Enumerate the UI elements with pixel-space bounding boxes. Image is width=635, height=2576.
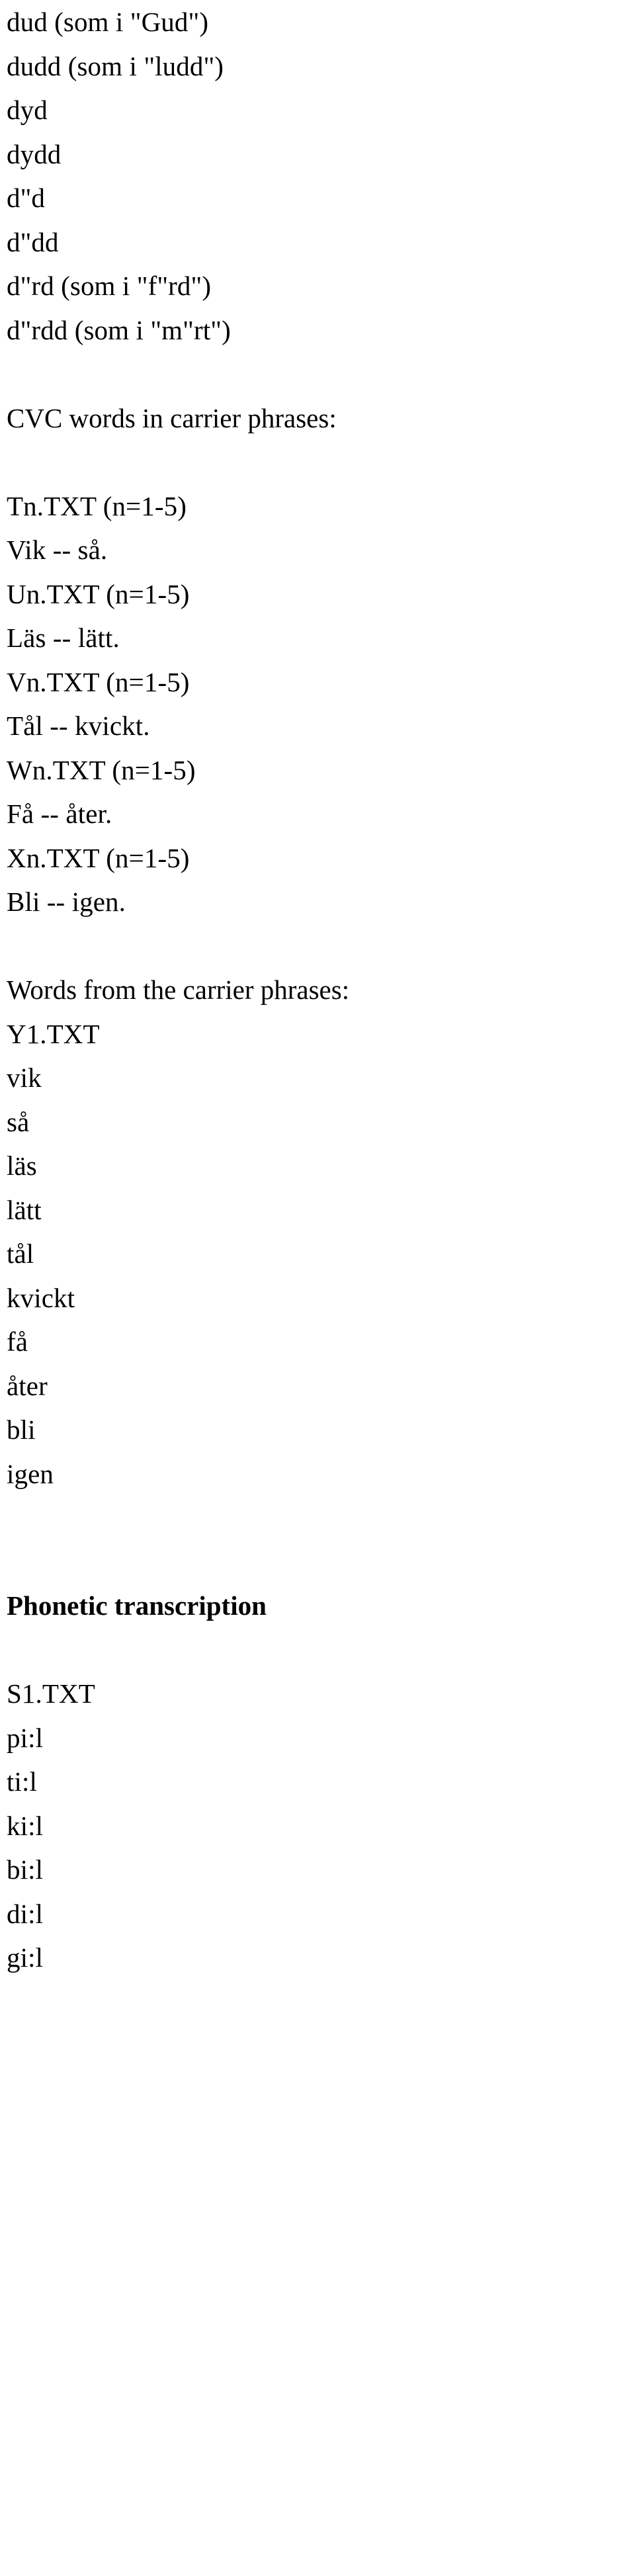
phonetic-transcription-item: ki:l [7,1810,44,1841]
cvc-section-heading: CVC words in carrier phrases: [7,402,337,433]
nonsense-word-item: d"rd (som i "f"rd") [7,271,212,301]
nonsense-word-item: dyd [7,95,48,125]
word-item: kvickt [7,1282,75,1313]
phonetic-transcription-item: gi:l [7,1942,44,1973]
cvc-phrase: Läs -- lätt. [7,623,120,653]
section-spacer [7,1628,635,1672]
nonsense-word-item: d"dd [7,226,59,257]
word-item: åter [7,1370,48,1401]
section-spacer [7,1496,635,1540]
word-item: läs [7,1150,37,1181]
cvc-phrase: Få -- åter. [7,798,112,829]
phonetic-transcription-item: pi:l [7,1722,44,1753]
phonetic-transcription-list: pi:l ti:l ki:l bi:l di:l gi:l [7,1716,635,1980]
word-item: så [7,1106,30,1137]
nonsense-word-item: dud (som i "Gud") [7,7,209,37]
word-item: vik [7,1062,42,1093]
section-spacer [7,1540,635,1584]
nonsense-word-item: d"rdd (som i "m"rt") [7,314,231,345]
cvc-file-label: Wn.TXT (n=1-5) [7,754,196,785]
word-item: bli [7,1414,36,1445]
phonetic-section-heading: Phonetic transcription [7,1590,267,1621]
cvc-phrase: Vik -- så. [7,535,108,565]
section-spacer [7,352,635,396]
cvc-file-label: Tn.TXT (n=1-5) [7,490,187,521]
word-item: tål [7,1238,34,1269]
word-item: lätt [7,1194,42,1225]
phonetic-transcription-item: di:l [7,1898,44,1929]
cvc-phrase: Bli -- igen. [7,886,126,917]
words-file-label: Y1.TXT [7,1018,100,1049]
cvc-file-label: Un.TXT (n=1-5) [7,578,190,609]
words-section-heading: Words from the carrier phrases: [7,974,350,1005]
document-page: dud (som i "Gud") dudd (som i "ludd") dy… [0,0,635,2576]
phonetic-transcription-item: ti:l [7,1766,37,1797]
section-spacer [7,924,635,968]
nonsense-word-item: dudd (som i "ludd") [7,50,224,81]
cvc-entry-list: Tn.TXT (n=1-5) Vik -- så. Un.TXT (n=1-5)… [7,484,635,924]
nonsense-word-item: dydd [7,138,62,169]
cvc-file-label: Vn.TXT (n=1-5) [7,666,190,697]
section-spacer [7,440,635,484]
word-list: vik så läs lätt tål kvickt få åter bli i… [7,1056,635,1496]
phonetic-transcription-item: bi:l [7,1854,44,1885]
word-item: få [7,1326,28,1357]
phonetic-file-label: S1.TXT [7,1678,95,1709]
cvc-file-label: Xn.TXT (n=1-5) [7,842,190,873]
nonsense-word-item: d"d [7,183,46,213]
cvc-phrase: Tål -- kvickt. [7,710,150,741]
word-item: igen [7,1458,54,1489]
nonsense-word-list: dud (som i "Gud") dudd (som i "ludd") dy… [7,0,635,352]
